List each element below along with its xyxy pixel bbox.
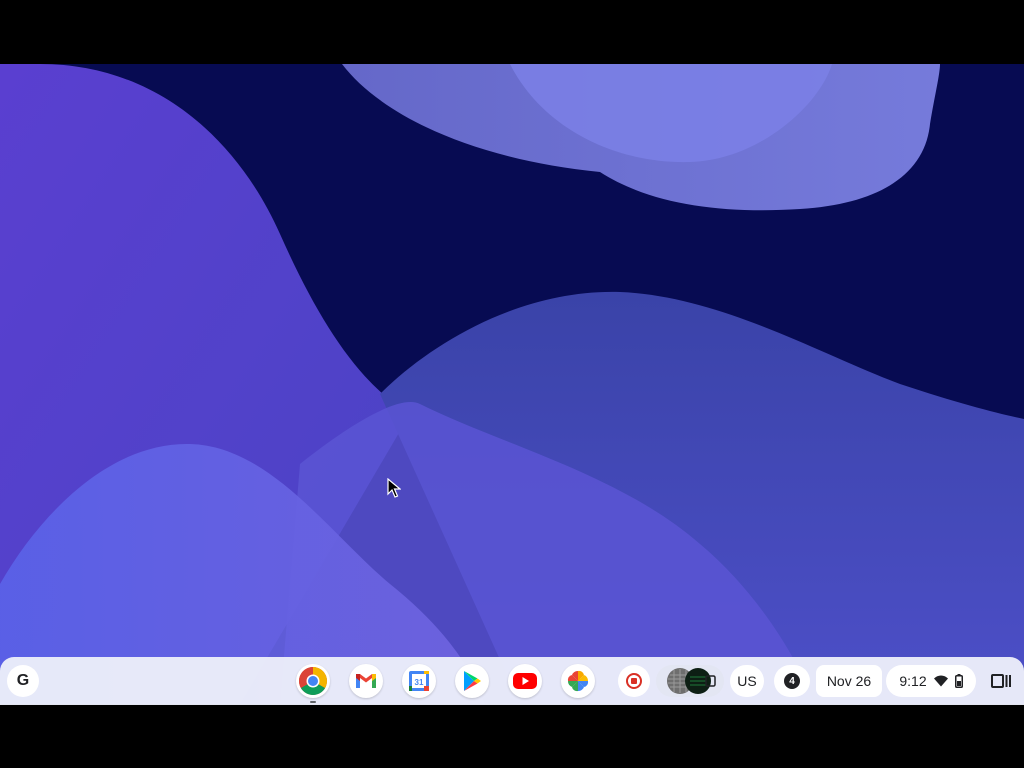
play-store-app-button[interactable] — [455, 664, 489, 698]
youtube-app-button[interactable] — [508, 664, 542, 698]
chrome-icon — [299, 667, 327, 695]
wifi-icon — [933, 675, 948, 687]
time-label: 9:12 — [899, 673, 927, 689]
overview-button[interactable] — [984, 665, 1018, 697]
holding-space-icon — [667, 668, 716, 694]
stop-recording-icon — [626, 673, 642, 689]
gmail-app-button[interactable] — [349, 664, 383, 698]
running-indicator — [310, 701, 316, 703]
photos-app-button[interactable] — [561, 664, 595, 698]
play-store-icon — [464, 671, 481, 691]
photos-icon — [567, 670, 589, 692]
launcher-button[interactable]: G — [7, 665, 39, 697]
holding-space-button[interactable] — [656, 665, 724, 697]
ime-menu-button[interactable]: US — [730, 665, 764, 697]
chrome-app-button[interactable] — [296, 664, 330, 698]
calendar-app-button[interactable]: 31 — [402, 664, 436, 698]
shelf: G 31 US 4 Nov 26 9:12 — [0, 657, 1024, 705]
calendar-icon: 31 — [409, 671, 429, 691]
calendar-date-label: 31 — [415, 678, 424, 687]
date-button[interactable]: Nov 26 — [816, 665, 882, 697]
gmail-icon — [356, 674, 376, 688]
youtube-icon — [513, 673, 537, 689]
ime-label: US — [737, 673, 757, 689]
overview-icon — [991, 674, 1011, 688]
google-g-icon: G — [16, 672, 30, 689]
date-label: Nov 26 — [826, 673, 872, 689]
battery-icon — [954, 674, 963, 688]
desktop[interactable] — [0, 64, 1024, 704]
mouse-cursor-icon — [387, 478, 401, 498]
notification-counter-button[interactable]: 4 — [774, 665, 810, 697]
wallpaper — [0, 64, 1024, 704]
stop-recording-button[interactable] — [618, 665, 650, 697]
notification-count: 4 — [784, 673, 800, 689]
status-area-button[interactable]: 9:12 — [886, 665, 976, 697]
